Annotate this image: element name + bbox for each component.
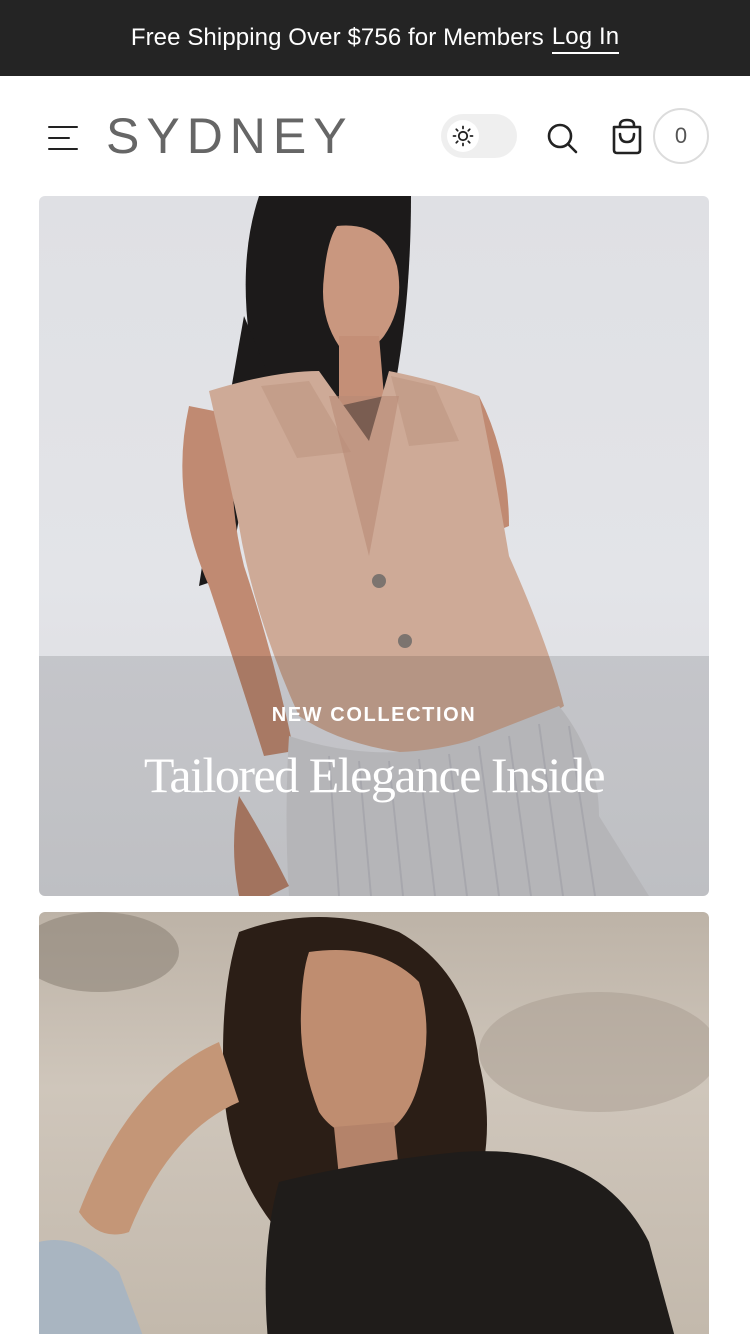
- site-header: SYDNEY 0: [0, 76, 750, 196]
- theme-toggle[interactable]: [441, 114, 517, 158]
- hamburger-menu-icon[interactable]: [48, 125, 78, 151]
- hero-banner[interactable]: NEW COLLECTION Tailored Elegance Inside: [39, 196, 709, 896]
- collection-photo: [39, 912, 709, 1334]
- search-icon[interactable]: [544, 120, 580, 156]
- cart-count-badge[interactable]: 0: [653, 108, 709, 164]
- hero-headline: Tailored Elegance Inside: [143, 747, 606, 803]
- sun-icon: [447, 120, 479, 152]
- announcement-bar: Free Shipping Over $756 for Members Log …: [0, 0, 750, 76]
- announcement-text: Free Shipping Over $756 for Members: [130, 24, 544, 51]
- login-link[interactable]: Log In: [551, 23, 620, 54]
- site-logo[interactable]: SYDNEY: [106, 106, 354, 166]
- hero-eyebrow: NEW COLLECTION: [271, 704, 477, 726]
- collection-card[interactable]: [39, 912, 709, 1334]
- shopping-bag-icon[interactable]: [609, 118, 645, 156]
